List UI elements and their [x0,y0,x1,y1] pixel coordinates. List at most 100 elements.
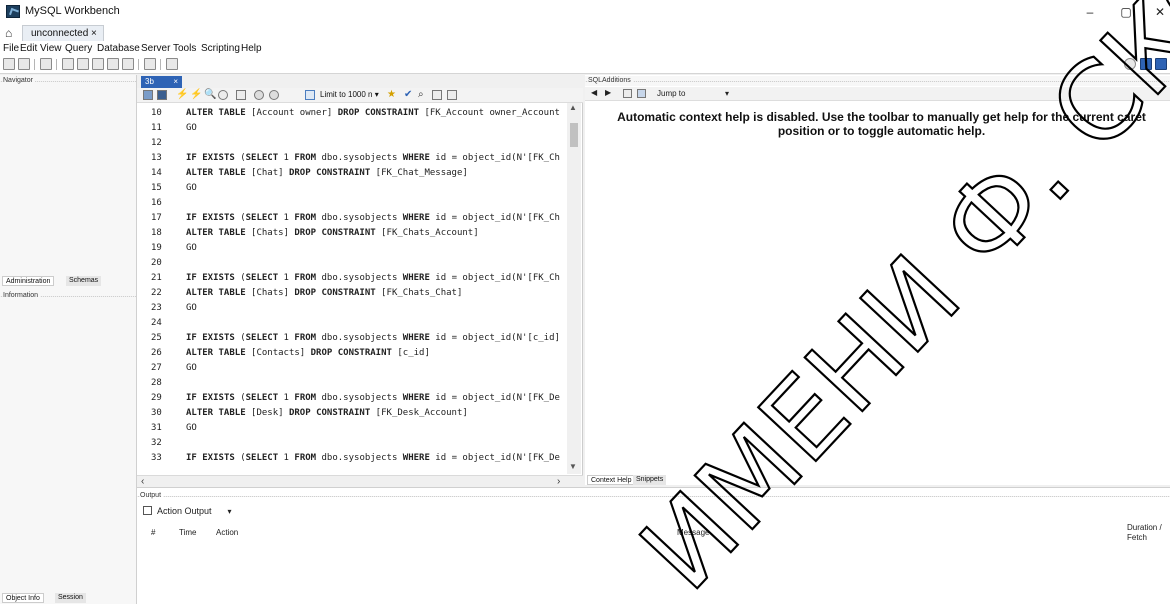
menu-edit[interactable]: Edit [20,43,37,54]
menu-query[interactable]: Query [65,43,92,54]
code-line[interactable]: 23 GO [137,302,567,315]
menu-server[interactable]: Server [141,43,170,54]
menu-tools[interactable]: Tools [173,43,196,54]
line-number: 15 [151,183,162,193]
save-icon[interactable] [157,90,167,100]
code-line[interactable]: 27 GO [137,362,567,375]
menu-database[interactable]: Database [97,43,140,54]
code-line[interactable]: 18 ALTER TABLE [Chats] DROP CONSTRAINT [F… [137,227,567,240]
code-line[interactable]: 22 ALTER TABLE [Chats] DROP CONSTRAINT [F… [137,287,567,300]
line-number: 20 [151,258,162,268]
code-line[interactable]: 10 ALTER TABLE [Account owner] DROP CONST… [137,107,567,120]
execute-icon[interactable]: ⚡ [176,90,188,100]
toggle-continue-icon[interactable] [236,90,246,100]
rollback-icon[interactable] [269,90,279,100]
maximize-button[interactable]: ▢ [1111,2,1141,22]
back-icon[interactable]: ◀ [591,88,597,97]
code-line[interactable]: 12 [137,137,567,150]
inspector-icon[interactable] [40,58,52,70]
tab-session[interactable]: Session [55,593,86,603]
open-sql-script-icon[interactable] [18,58,30,70]
execute-current-icon[interactable]: ⚡ [190,90,202,100]
code-line[interactable]: 28 [137,377,567,390]
scroll-up-icon[interactable]: ▲ [569,103,577,112]
menu-view[interactable]: View [40,43,62,54]
editor-vertical-scrollbar[interactable]: ▲ ▼ [567,103,581,474]
tab-context-help[interactable]: Context Help [587,475,636,485]
auto-help-icon[interactable] [637,89,646,98]
code-line[interactable]: 20 [137,257,567,270]
copy-icon[interactable] [143,506,152,515]
minimize-button[interactable]: – [1075,2,1105,22]
tab-snippets[interactable]: Snippets [633,475,667,485]
output-type-select[interactable]: Action Output ▾ [157,506,232,516]
menu-help[interactable]: Help [241,43,262,54]
menu-scripting[interactable]: Scripting [201,43,240,54]
commit-icon[interactable] [254,90,264,100]
stop-icon[interactable] [218,90,228,100]
create-view-icon[interactable] [92,58,104,70]
code-line[interactable]: 25 IF EXISTS (SELECT 1 FROM dbo.sysobject… [137,332,567,345]
reconnect-icon[interactable] [166,58,178,70]
toggle-output-icon[interactable] [1155,58,1167,70]
code-line[interactable]: 24 [137,317,567,330]
code-line[interactable]: 15 GO [137,182,567,195]
sql-code-editor[interactable]: 10 ALTER TABLE [Account owner] DROP CONST… [137,103,583,475]
code-line[interactable]: 31 GO [137,422,567,435]
limit-rows-select[interactable]: Limit to 1000 n ▾ [320,89,382,101]
scroll-down-icon[interactable]: ▼ [569,462,577,471]
line-number: 17 [151,213,162,223]
code-line[interactable]: 17 IF EXISTS (SELECT 1 FROM dbo.sysobject… [137,212,567,225]
close-button[interactable]: ✕ [1145,2,1170,22]
code-line[interactable]: 29 IF EXISTS (SELECT 1 FROM dbo.sysobject… [137,392,567,405]
navigator-header: Navigator [0,76,136,86]
code-text: ALTER TABLE [Contacts] DROP CONSTRAINT [… [186,348,430,358]
invisible-chars-icon[interactable] [432,90,442,100]
editor-horizontal-scrollbar[interactable]: ‹ › [137,475,583,487]
new-sql-tab-icon[interactable] [3,58,15,70]
code-line[interactable]: 14 ALTER TABLE [Chat] DROP CONSTRAINT [FK… [137,167,567,180]
beautify-icon[interactable]: ★ [387,90,397,100]
context-help-message: Automatic context help is disabled. Use … [617,110,1146,138]
code-line[interactable]: 19 GO [137,242,567,255]
line-number: 28 [151,378,162,388]
word-wrap-icon[interactable] [447,90,457,100]
create-procedure-icon[interactable] [107,58,119,70]
sql-editor-tab[interactable]: 3b × [141,76,182,88]
code-line[interactable]: 32 [137,437,567,450]
close-tab-icon[interactable]: × [173,76,178,88]
code-line[interactable]: 33 IF EXISTS (SELECT 1 FROM dbo.sysobject… [137,452,567,465]
manual-help-icon[interactable] [623,89,632,98]
scrollbar-thumb[interactable] [570,123,578,147]
find-icon[interactable]: ✔ [404,90,414,100]
code-text: GO [186,123,197,133]
toggle-sidebar-icon[interactable] [1140,58,1152,70]
forward-icon[interactable]: ▶ [605,88,611,97]
connection-tab[interactable]: unconnected × [22,25,104,41]
create-schema-icon[interactable] [62,58,74,70]
explain-icon[interactable]: 🔍 [204,90,216,100]
code-line[interactable]: 26 ALTER TABLE [Contacts] DROP CONSTRAINT… [137,347,567,360]
code-line[interactable]: 21 IF EXISTS (SELECT 1 FROM dbo.sysobject… [137,272,567,285]
open-file-icon[interactable] [143,90,153,100]
line-number: 13 [151,153,162,163]
tab-schemas[interactable]: Schemas [66,276,102,286]
tab-administration[interactable]: Administration [2,276,55,286]
code-line[interactable]: 11 GO [137,122,567,135]
code-line[interactable]: 16 [137,197,567,210]
jump-to-select[interactable]: Jump to [657,89,685,98]
chevron-down-icon[interactable]: ▾ [725,89,729,98]
scroll-left-icon[interactable]: ‹ [141,476,144,487]
home-icon[interactable]: ⌂ [5,27,17,39]
search-icon[interactable]: ⌕ [418,90,428,100]
scroll-right-icon[interactable]: › [557,476,560,487]
tab-object-info[interactable]: Object Info [2,593,44,603]
create-function-icon[interactable] [122,58,134,70]
code-line[interactable]: 13 IF EXISTS (SELECT 1 FROM dbo.sysobject… [137,152,567,165]
menu-file[interactable]: File [3,43,19,54]
search-table-data-icon[interactable] [144,58,156,70]
autocommit-icon[interactable] [305,90,315,100]
settings-gear-icon[interactable] [1124,58,1136,70]
create-table-icon[interactable] [77,58,89,70]
code-line[interactable]: 30 ALTER TABLE [Desk] DROP CONSTRAINT [FK… [137,407,567,420]
